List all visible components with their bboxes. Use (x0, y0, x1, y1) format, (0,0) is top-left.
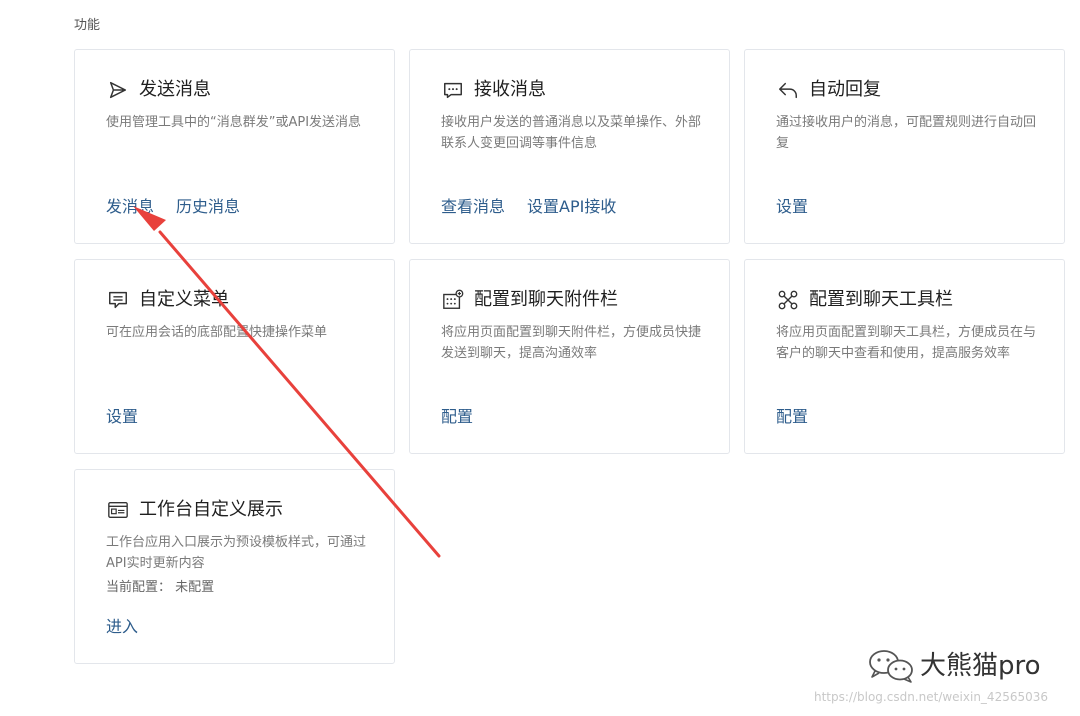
card-title: 配置到聊天附件栏 (474, 289, 618, 310)
card-send-message: 发送消息 使用管理工具中的“消息群发”或API发送消息 发消息 历史消息 (74, 49, 395, 244)
send-icon (106, 78, 130, 102)
workbench-enter-link[interactable]: 进入 (106, 615, 138, 639)
current-config-text: 当前配置： 未配置 (106, 580, 215, 595)
section-title: 功能 (74, 18, 101, 33)
send-message-link[interactable]: 发消息 (106, 195, 154, 219)
card-description: 将应用页面配置到聊天工具栏，方便成员在与客户的聊天中查看和使用，提高服务效率 (776, 325, 1037, 361)
card-title: 工作台自定义展示 (139, 499, 283, 520)
card-workbench-display: 工作台自定义展示 工作台应用入口展示为预设模板样式，可通过API实时更新内容 当… (74, 469, 395, 664)
reply-icon (776, 78, 800, 102)
card-description: 工作台应用入口展示为预设模板样式，可通过API实时更新内容 (106, 535, 367, 571)
watermark-url: https://blog.csdn.net/weixin_42565036 (814, 690, 1049, 704)
history-messages-link[interactable]: 历史消息 (176, 195, 240, 219)
card-receive-message: 接收消息 接收用户发送的普通消息以及菜单操作、外部联系人变更回调等事件信息 查看… (409, 49, 730, 244)
watermark-text: 大熊猫pro (920, 651, 1041, 681)
card-description: 接收用户发送的普通消息以及菜单操作、外部联系人变更回调等事件信息 (441, 115, 702, 151)
card-description: 使用管理工具中的“消息群发”或API发送消息 (106, 115, 362, 130)
wechat-icon (866, 646, 918, 686)
card-title: 自定义菜单 (139, 289, 229, 310)
attachment-bar-configure-link[interactable]: 配置 (441, 405, 473, 429)
auto-reply-settings-link[interactable]: 设置 (776, 195, 808, 219)
workbench-icon (106, 498, 130, 522)
card-description: 将应用页面配置到聊天附件栏，方便成员快捷发送到聊天，提高沟通效率 (441, 325, 702, 361)
attachment-bar-icon (441, 288, 465, 312)
toolbar-icon (776, 288, 800, 312)
watermark: 大熊猫pro (866, 646, 1041, 686)
custom-menu-settings-link[interactable]: 设置 (106, 405, 138, 429)
menu-icon (106, 288, 130, 312)
message-icon (441, 78, 465, 102)
card-auto-reply: 自动回复 通过接收用户的消息，可配置规则进行自动回复 设置 (744, 49, 1065, 244)
toolbar-configure-link[interactable]: 配置 (776, 405, 808, 429)
card-chat-toolbar: 配置到聊天工具栏 将应用页面配置到聊天工具栏，方便成员在与客户的聊天中查看和使用… (744, 259, 1065, 454)
card-title: 发送消息 (139, 79, 211, 100)
card-description: 通过接收用户的消息，可配置规则进行自动回复 (776, 115, 1037, 151)
card-chat-attachment-bar: 配置到聊天附件栏 将应用页面配置到聊天附件栏，方便成员快捷发送到聊天，提高沟通效… (409, 259, 730, 454)
set-api-receive-link[interactable]: 设置API接收 (527, 195, 616, 219)
card-title: 配置到聊天工具栏 (809, 289, 953, 310)
card-custom-menu: 自定义菜单 可在应用会话的底部配置快捷操作菜单 设置 (74, 259, 395, 454)
card-description: 可在应用会话的底部配置快捷操作菜单 (106, 325, 328, 340)
card-title: 自动回复 (809, 79, 881, 100)
view-messages-link[interactable]: 查看消息 (441, 195, 505, 219)
card-title: 接收消息 (474, 79, 546, 100)
